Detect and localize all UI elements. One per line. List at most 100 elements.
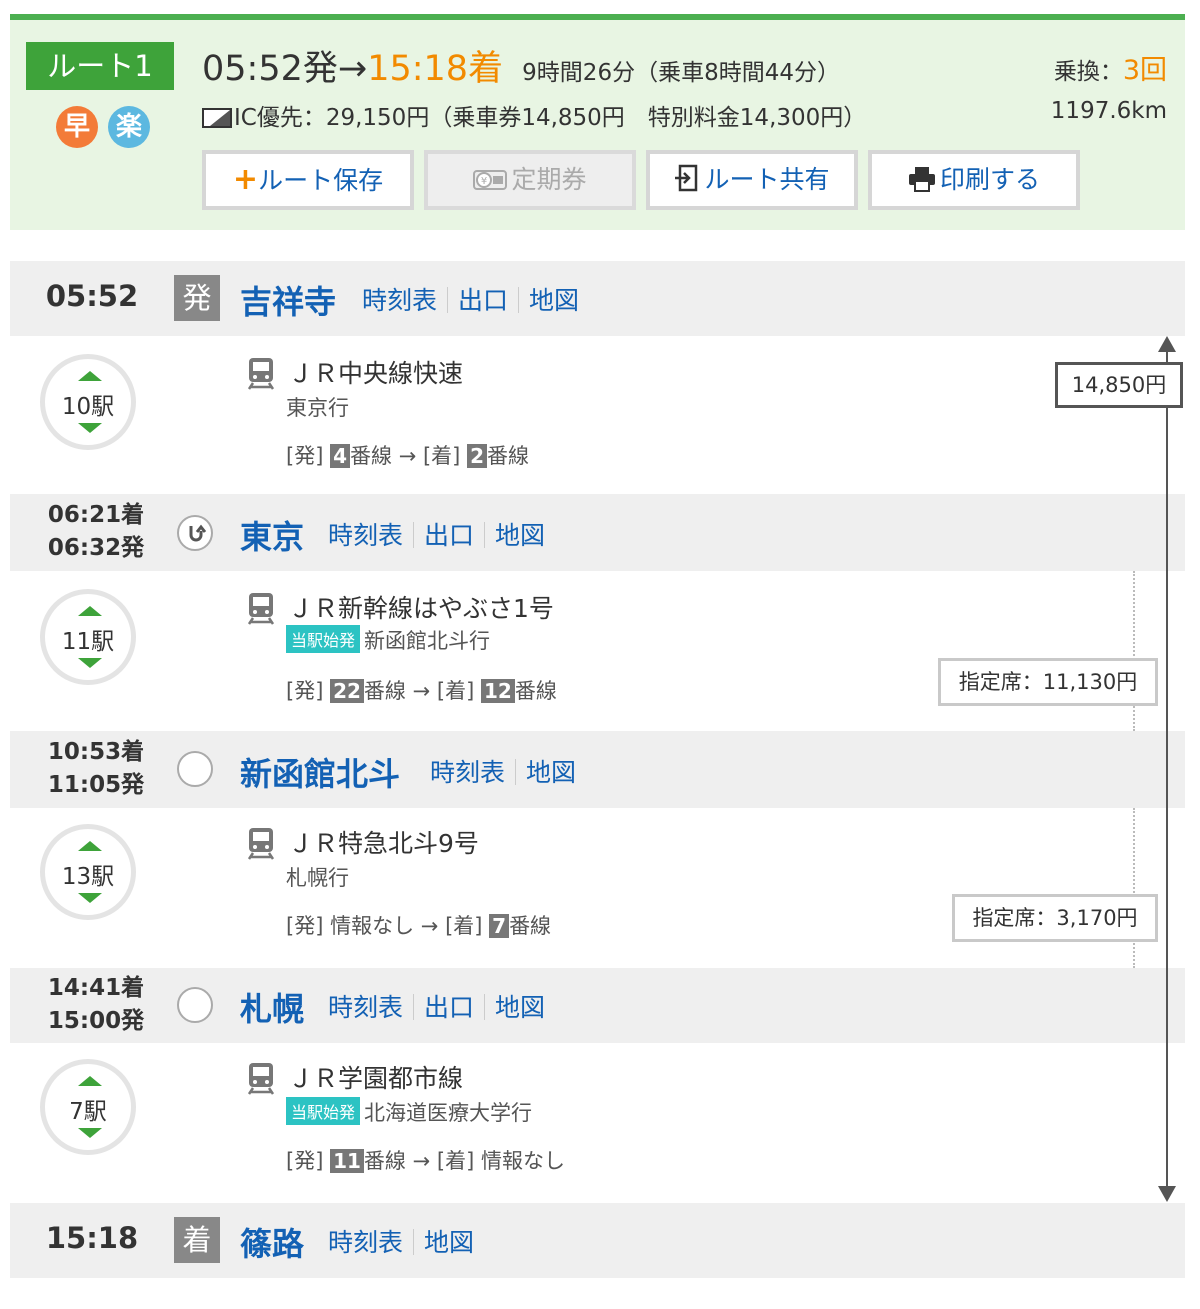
transfer-value: 3回: [1122, 55, 1167, 86]
train-icon: [246, 826, 276, 864]
station-node: [177, 751, 213, 787]
leg-section: 10駅 ＪＲ中央線快速 東京行 [発] 4 番線 → [着] 2 番線: [10, 336, 1185, 494]
map-link[interactable]: 地図: [529, 286, 579, 315]
arr-label: [着]: [436, 1149, 475, 1173]
station-links: 時刻表 出口 地図: [328, 516, 545, 552]
station-links: 時刻表 出口 地図: [328, 988, 545, 1024]
train-destination: 東京行: [286, 396, 349, 420]
arr-unit: 番線: [486, 444, 529, 468]
save-route-label: ルート保存: [258, 166, 384, 195]
share-route-button[interactable]: ルート共有: [646, 150, 858, 210]
fare-range-line: [1166, 350, 1168, 1190]
station-links: 時刻表 出口 地図: [362, 281, 579, 317]
print-label: 印刷する: [939, 165, 1040, 194]
station-name[interactable]: 札幌: [240, 984, 304, 1030]
link-separator: [518, 287, 520, 313]
station-name[interactable]: 篠路: [240, 1219, 304, 1265]
train-destination: 新函館北斗行: [364, 629, 491, 653]
dep-platform: 22: [330, 679, 364, 703]
arr-unit: 番線: [509, 914, 552, 938]
train-icon: [246, 356, 276, 394]
save-route-button[interactable]: +ルート保存: [202, 150, 414, 210]
distance: 1197.6km: [1050, 98, 1167, 124]
train-name: ＪＲ学園都市線: [288, 1064, 464, 1093]
ic-card-icon: [202, 108, 232, 128]
stops-count-toggle[interactable]: 7駅: [40, 1059, 136, 1155]
station-name[interactable]: 吉祥寺: [240, 277, 336, 323]
expand-up-icon: [78, 1076, 102, 1086]
stops-count-toggle[interactable]: 11駅: [40, 589, 136, 685]
arrow-glyph: →: [420, 914, 439, 938]
arr-platform: 7: [489, 914, 510, 938]
departure-time: 11:05発: [47, 772, 145, 798]
origin-badge: 当駅始発: [286, 625, 361, 653]
exit-link[interactable]: 出口: [424, 993, 474, 1022]
arr-platform: 12: [480, 679, 515, 703]
timetable-link[interactable]: 時刻表: [430, 758, 505, 787]
fare-text: IC優先：29,150円（乗車券14,850円 特別料金14,300円）: [234, 105, 867, 131]
arrival-time: 10:53着: [47, 739, 145, 765]
base-fare: 14,850円: [1055, 362, 1183, 408]
map-link[interactable]: 地図: [495, 521, 545, 550]
svg-text:¥: ¥: [481, 176, 487, 187]
map-link[interactable]: 地図: [424, 1228, 474, 1257]
timetable-link[interactable]: 時刻表: [362, 286, 437, 315]
link-separator: [484, 994, 486, 1020]
dep-label: [発]: [286, 1149, 324, 1173]
station-times: 14:41着 15:00発: [10, 972, 182, 1038]
link-separator: [447, 287, 449, 313]
platform-info: [発] 4 番線 → [着] 2 番線: [286, 440, 529, 470]
station-name[interactable]: 新函館北斗: [240, 749, 400, 795]
arrival-time: 14:41着: [47, 975, 145, 1001]
train-icon: [246, 591, 276, 629]
expand-up-icon: [78, 841, 102, 851]
print-button[interactable]: 印刷する: [868, 150, 1080, 210]
arr-label: [着]: [436, 679, 475, 703]
platform-info: [発] 22 番線 → [着] 12 番線: [286, 675, 557, 705]
arrow-glyph: →: [412, 679, 431, 703]
departure-tag: 発: [174, 275, 220, 321]
leg-section: 7駅 ＪＲ学園都市線 当駅始発 北海道医療大学行 [発] 11 番線 → [着] 情…: [10, 1043, 1185, 1203]
stops-count-toggle[interactable]: 10駅: [40, 354, 136, 450]
arr-unit: 番線: [514, 679, 557, 703]
stops-count: 7駅: [69, 1099, 107, 1125]
station-name[interactable]: 東京: [240, 512, 304, 558]
fare-range-arrow-down-icon: [1158, 1186, 1176, 1202]
timetable-link[interactable]: 時刻表: [328, 993, 403, 1022]
reserved-seat-fare: 指定席：11,130円: [938, 658, 1158, 706]
printer-icon: [908, 158, 936, 210]
commuter-pass-button[interactable]: ¥ 定期券: [424, 150, 636, 210]
exit-link[interactable]: 出口: [458, 286, 508, 315]
dep-label: [発]: [286, 444, 324, 468]
station-times: 10:53着 11:05発: [10, 736, 182, 802]
expand-down-icon: [78, 1128, 102, 1138]
link-separator: [413, 522, 415, 548]
station-row: 05:52 発 吉祥寺 時刻表 出口 地図: [10, 261, 1185, 336]
stops-count-toggle[interactable]: 13駅: [40, 824, 136, 920]
arrival-time: 06:21着: [47, 502, 145, 528]
timetable-link[interactable]: 時刻表: [328, 1228, 403, 1257]
dep-unit: 番線: [363, 1149, 406, 1173]
dep-label: [発]: [286, 679, 324, 703]
transfer-count: 乗換：3回: [1054, 48, 1167, 87]
arrival-time: 15:18着: [367, 49, 504, 89]
map-link[interactable]: 地図: [495, 993, 545, 1022]
map-link[interactable]: 地図: [526, 758, 576, 787]
transfer-label: 乗換：: [1053, 59, 1123, 85]
share-route-label: ルート共有: [704, 165, 830, 194]
station-node: [177, 987, 213, 1023]
link-separator: [413, 1229, 415, 1255]
expand-down-icon: [78, 423, 102, 433]
expand-up-icon: [78, 606, 102, 616]
exit-link[interactable]: 出口: [424, 521, 474, 550]
station-times: 06:21着 06:32発: [10, 499, 182, 565]
expand-down-icon: [78, 658, 102, 668]
platform-info: [発] 11 番線 → [着] 情報なし: [286, 1145, 565, 1175]
fastest-mark-icon: 早: [56, 106, 98, 148]
expand-down-icon: [78, 893, 102, 903]
dep-unit: 番線: [363, 679, 406, 703]
train-name: ＪＲ特急北斗9号: [288, 829, 479, 858]
timetable-link[interactable]: 時刻表: [328, 521, 403, 550]
plus-icon: +: [232, 162, 259, 197]
departure-time: 15:00発: [47, 1008, 145, 1034]
